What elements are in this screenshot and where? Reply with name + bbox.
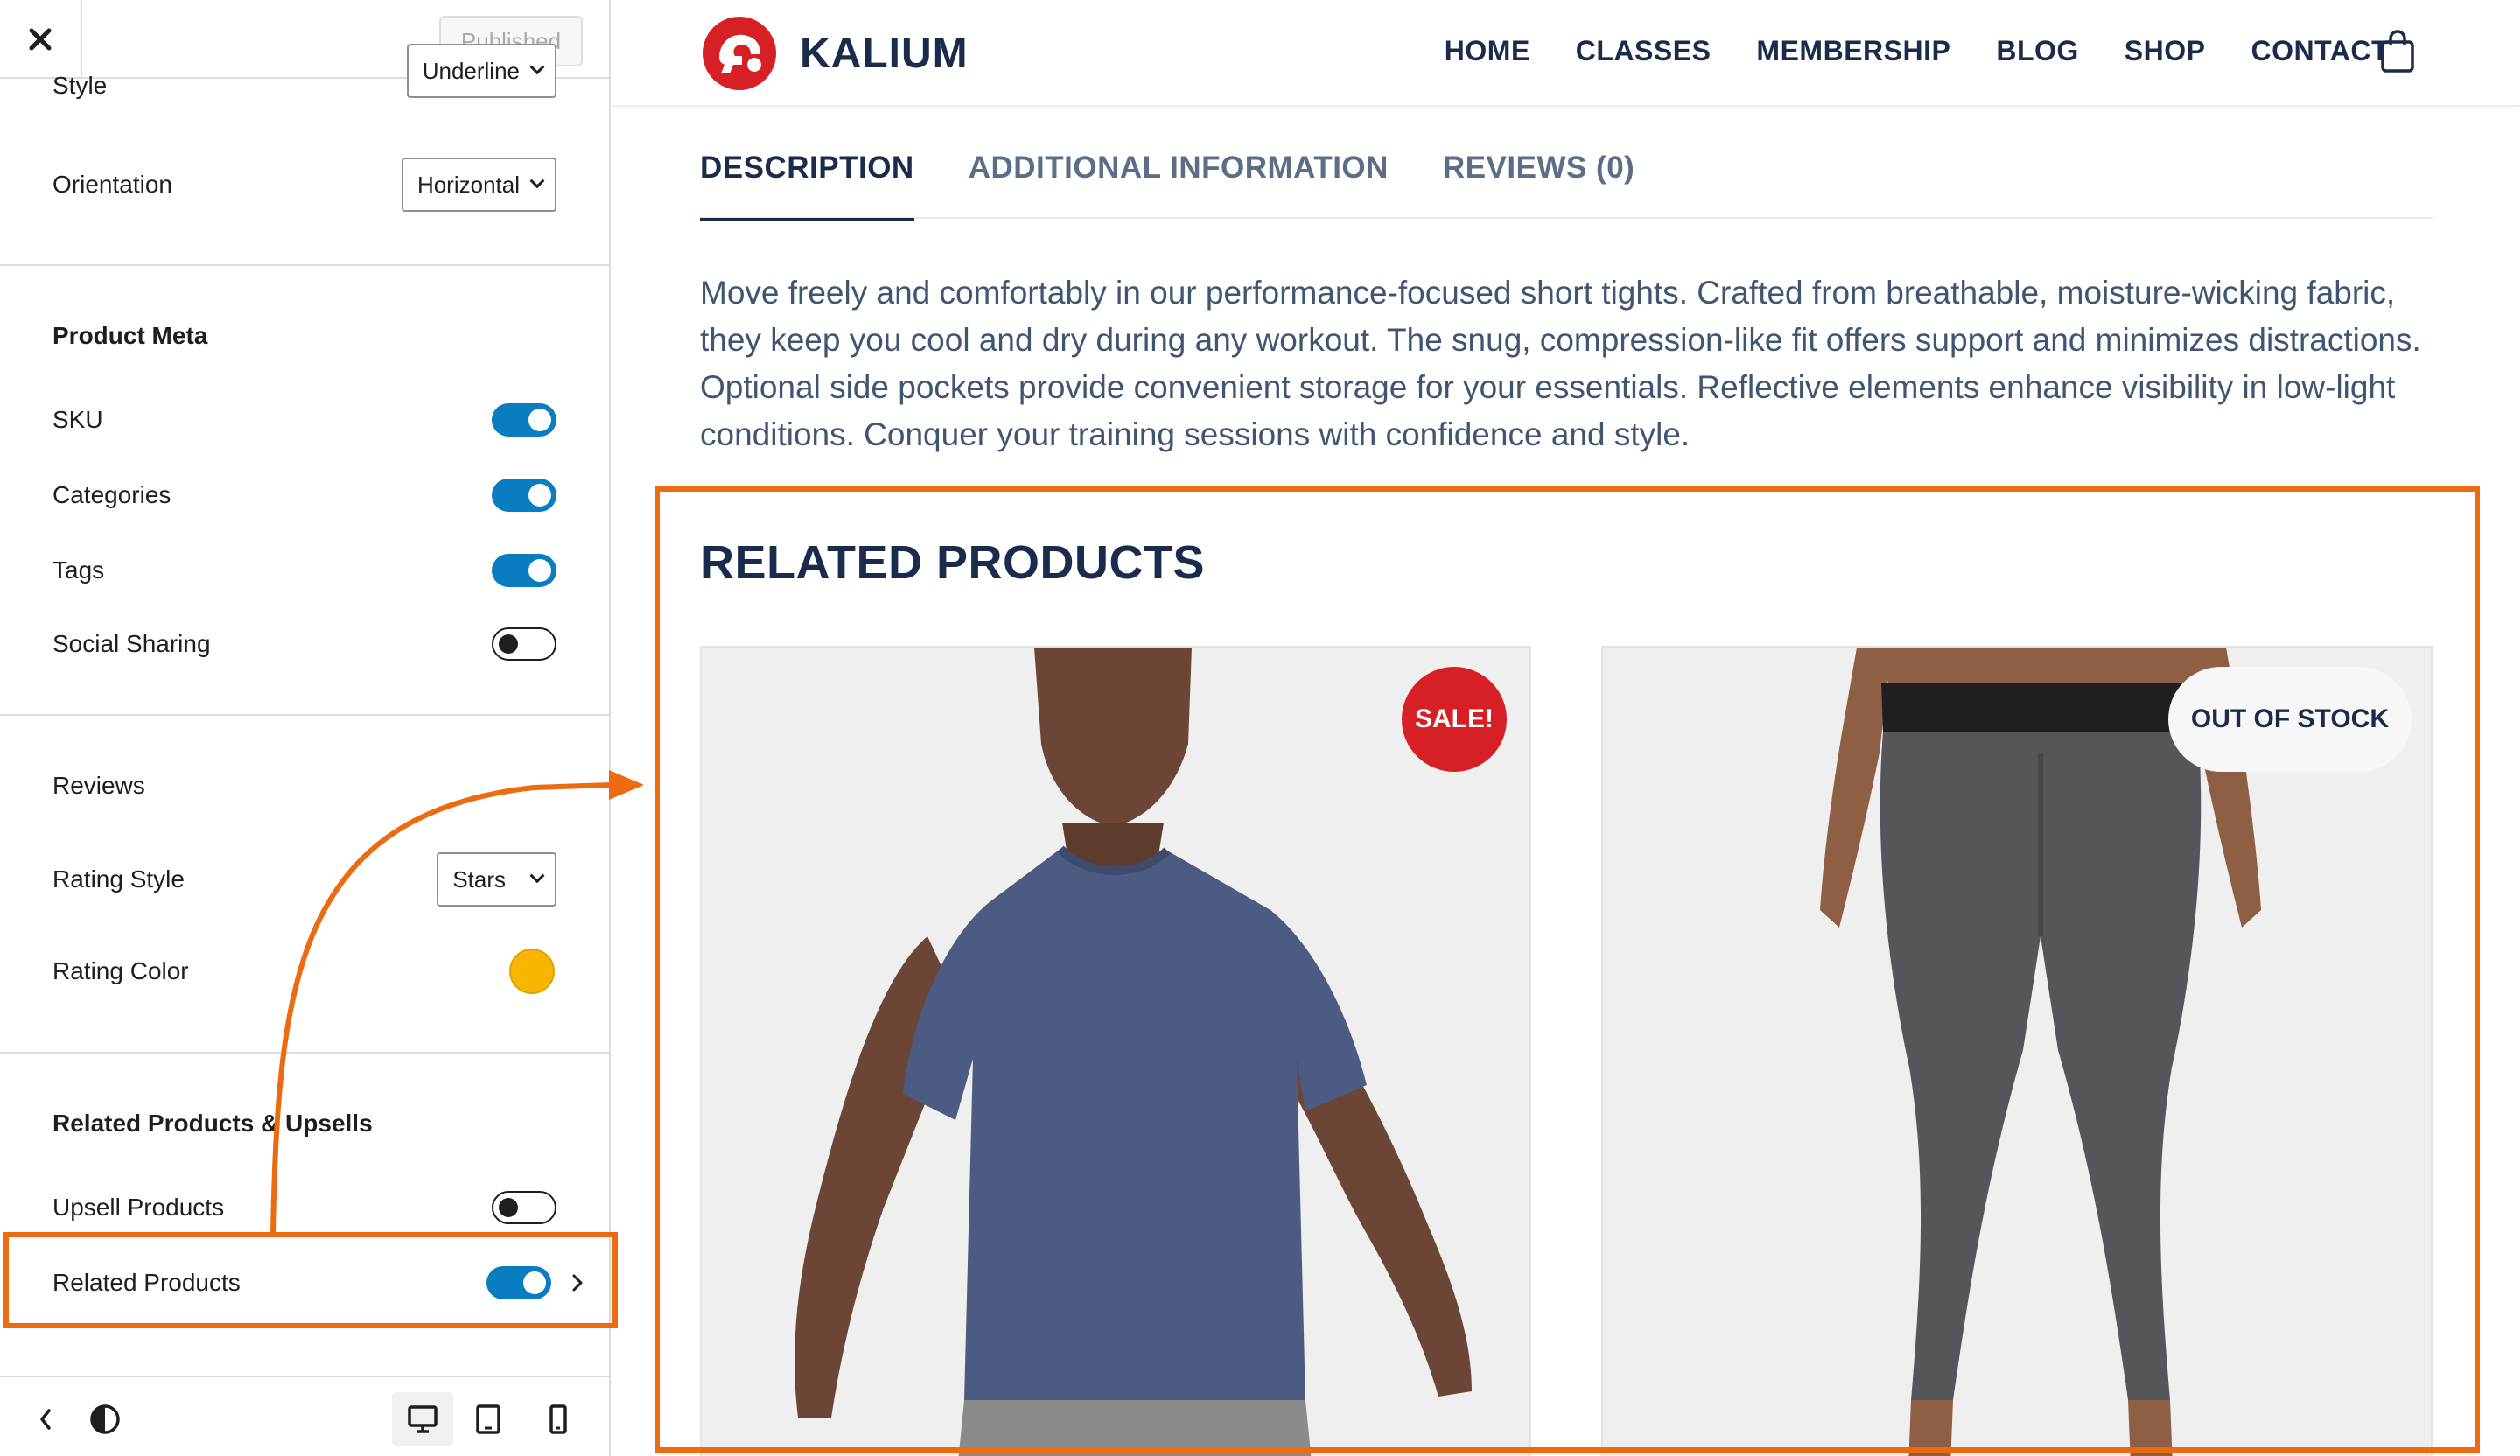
annotation-arrow <box>270 770 644 1233</box>
